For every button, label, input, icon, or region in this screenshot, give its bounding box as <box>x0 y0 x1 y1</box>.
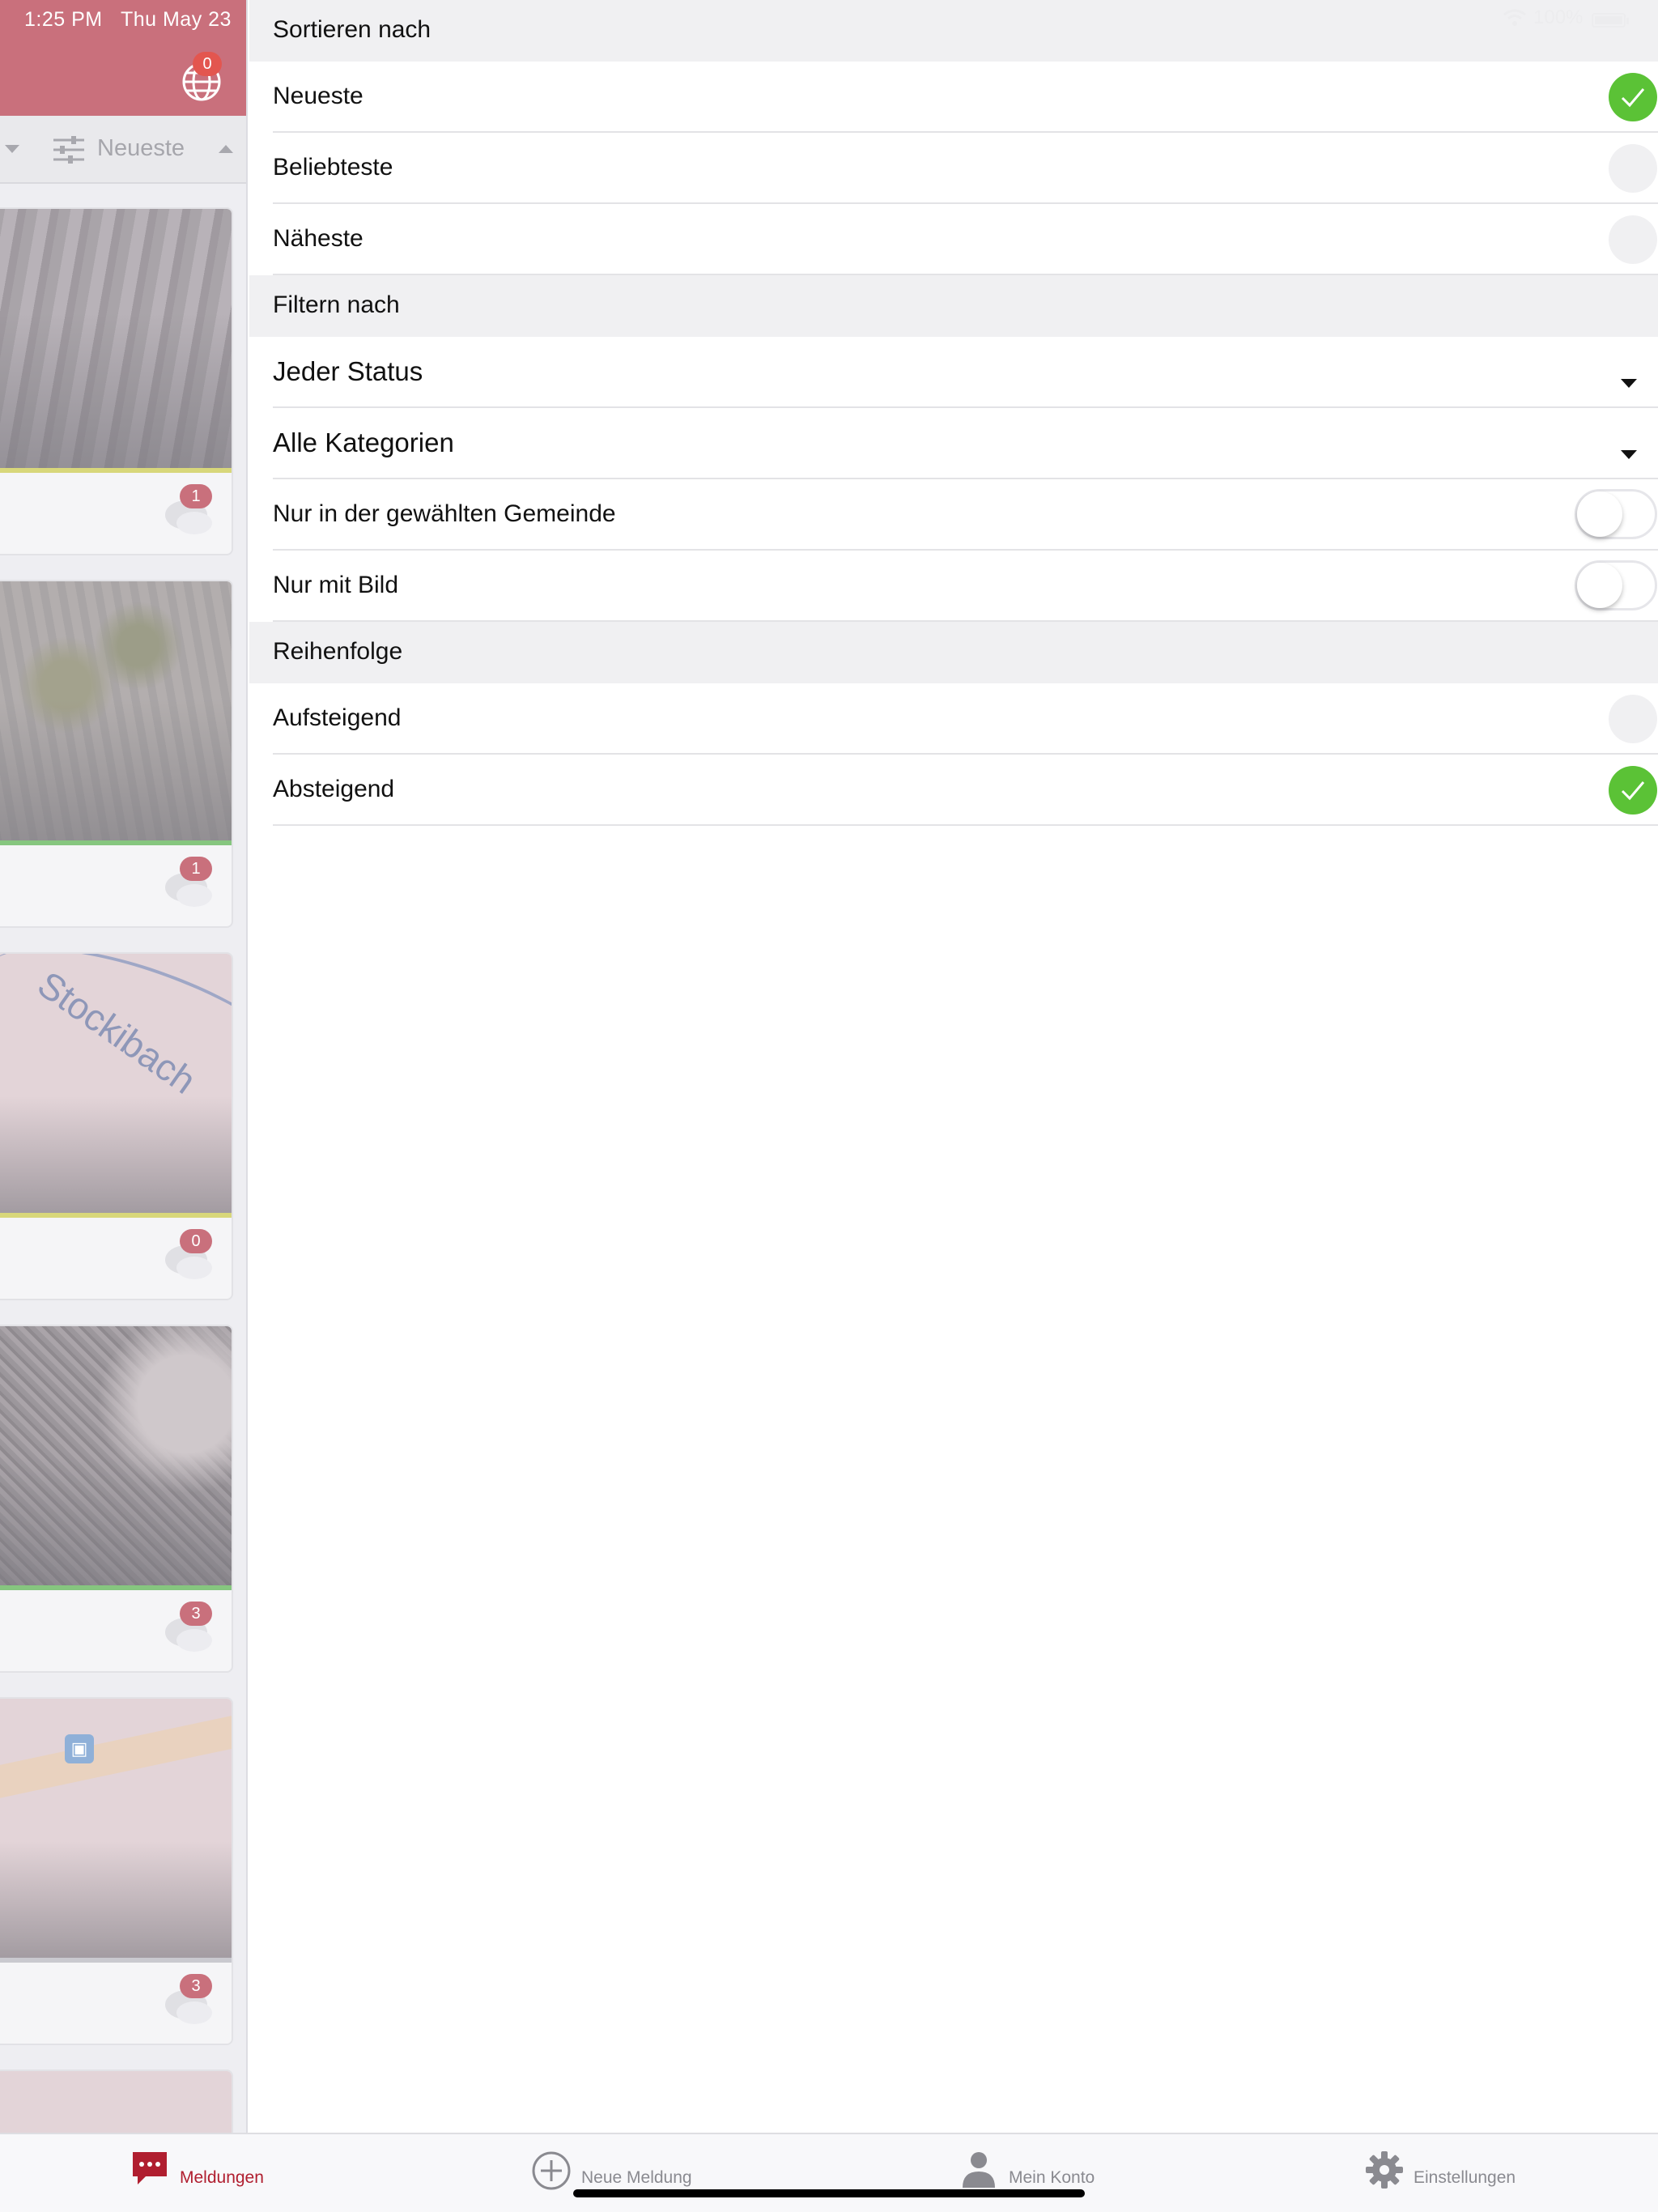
option-label: Absteigend <box>273 776 395 802</box>
status-indicator <box>0 1958 232 1963</box>
toggle-knob <box>1577 563 1622 608</box>
category-dropdown[interactable]: Alle Kategorien <box>273 408 1658 479</box>
plus-circle-icon <box>532 2151 571 2190</box>
toggle-label: Nur in der gewählten Gemeinde <box>273 500 616 527</box>
sort-option-popular[interactable]: Beliebteste <box>273 133 1658 204</box>
tab-bar: Meldungen Neue Meldung Mein Konto Einste… <box>0 2133 1658 2212</box>
comment-count-badge: 3 <box>180 1602 212 1626</box>
report-card[interactable]: ▣ 3 <box>0 1697 233 2045</box>
tab-meldungen[interactable]: Meldungen <box>131 2150 277 2199</box>
report-map: Stockibach <box>0 954 232 1213</box>
option-label: Beliebteste <box>273 154 393 181</box>
sort-section-header: Sortieren nach <box>249 0 1658 62</box>
radio-unselected-icon[interactable] <box>1609 144 1657 193</box>
with-image-toggle[interactable] <box>1575 560 1657 610</box>
with-image-row: Nur mit Bild <box>273 551 1658 622</box>
report-card[interactable]: 3 <box>0 1325 233 1673</box>
chat-bubble-icon <box>133 2152 167 2184</box>
status-indicator <box>0 1585 232 1590</box>
status-indicator <box>0 468 232 473</box>
comment-count-badge: 0 <box>180 1229 212 1253</box>
tab-einstellungen[interactable]: Einstellungen <box>1365 2150 1527 2199</box>
caret-down-icon <box>1621 450 1637 459</box>
filter-section-title: Filtern nach <box>273 291 400 318</box>
filter-section-header: Filtern nach <box>249 275 1658 337</box>
option-label: Näheste <box>273 225 363 252</box>
map-label: Stockibach <box>30 963 204 1102</box>
radio-unselected-icon[interactable] <box>1609 695 1657 743</box>
sort-option-newest[interactable]: Neueste <box>273 62 1658 133</box>
report-card[interactable]: Stockibach 0 <box>0 952 233 1300</box>
order-section-title: Reihenfolge <box>273 638 403 665</box>
option-label: Neueste <box>273 83 363 109</box>
status-indicator <box>0 840 232 845</box>
order-option-descending[interactable]: Absteigend <box>273 755 1658 826</box>
home-indicator <box>573 2189 1085 2197</box>
status-indicator <box>0 1213 232 1218</box>
toggle-knob <box>1577 491 1622 537</box>
report-card[interactable]: 1 <box>0 207 233 555</box>
report-list-panel: 1:25 PM Thu May 23 0 Neueste 1 1 Stockib… <box>0 0 248 2133</box>
order-option-ascending[interactable]: Aufsteigend <box>273 683 1658 755</box>
chevron-down-icon[interactable] <box>5 145 19 153</box>
report-photo <box>0 581 232 840</box>
map-stream-line <box>0 954 232 1138</box>
order-section-header: Reihenfolge <box>249 622 1658 683</box>
tab-label: Einstellungen <box>1414 2168 1516 2187</box>
chevron-up-icon[interactable] <box>219 145 233 153</box>
sort-bar[interactable]: Neueste <box>0 116 246 184</box>
caret-down-icon <box>1621 379 1637 388</box>
report-map <box>0 2071 232 2133</box>
gear-icon <box>1366 2151 1403 2189</box>
sliders-icon <box>53 136 84 164</box>
option-label: Aufsteigend <box>273 704 402 731</box>
toggle-label: Nur mit Bild <box>273 572 399 598</box>
dropdown-label: Jeder Status <box>273 356 423 386</box>
tab-label: Meldungen <box>180 2168 264 2187</box>
community-only-toggle[interactable] <box>1575 489 1657 539</box>
sort-option-nearest[interactable]: Näheste <box>273 204 1658 275</box>
tab-label: Neue Meldung <box>581 2168 692 2187</box>
community-only-row: Nur in der gewählten Gemeinde <box>273 479 1658 551</box>
report-card[interactable] <box>0 2069 233 2133</box>
wifi-icon <box>1503 9 1526 26</box>
map-road <box>0 1711 232 1800</box>
status-dropdown[interactable]: Jeder Status <box>273 337 1658 408</box>
report-photo <box>0 209 232 468</box>
sort-filter-sheet: Sortieren nach Neueste Beliebteste Nähes… <box>249 0 1658 2133</box>
checkmark-icon[interactable] <box>1609 766 1657 815</box>
person-icon <box>963 2152 995 2188</box>
battery-percent: 100% <box>1533 6 1584 28</box>
radio-unselected-icon[interactable] <box>1609 215 1657 264</box>
notification-badge: 0 <box>193 52 222 76</box>
battery-icon <box>1592 13 1629 28</box>
comment-count-badge: 3 <box>180 1974 212 1998</box>
comment-count-badge: 1 <box>180 857 212 881</box>
status-time: 1:25 PM Thu May 23 <box>24 8 232 31</box>
report-map: ▣ <box>0 1699 232 1958</box>
checkmark-icon[interactable] <box>1609 73 1657 121</box>
bus-stop-icon: ▣ <box>65 1734 94 1763</box>
report-card[interactable]: 1 <box>0 580 233 928</box>
sort-section-title: Sortieren nach <box>273 16 432 43</box>
dropdown-label: Alle Kategorien <box>273 428 454 457</box>
report-photo <box>0 1326 232 1585</box>
comment-count-badge: 1 <box>180 484 212 508</box>
sort-label[interactable]: Neueste <box>97 135 185 162</box>
tab-label: Mein Konto <box>1009 2168 1095 2187</box>
